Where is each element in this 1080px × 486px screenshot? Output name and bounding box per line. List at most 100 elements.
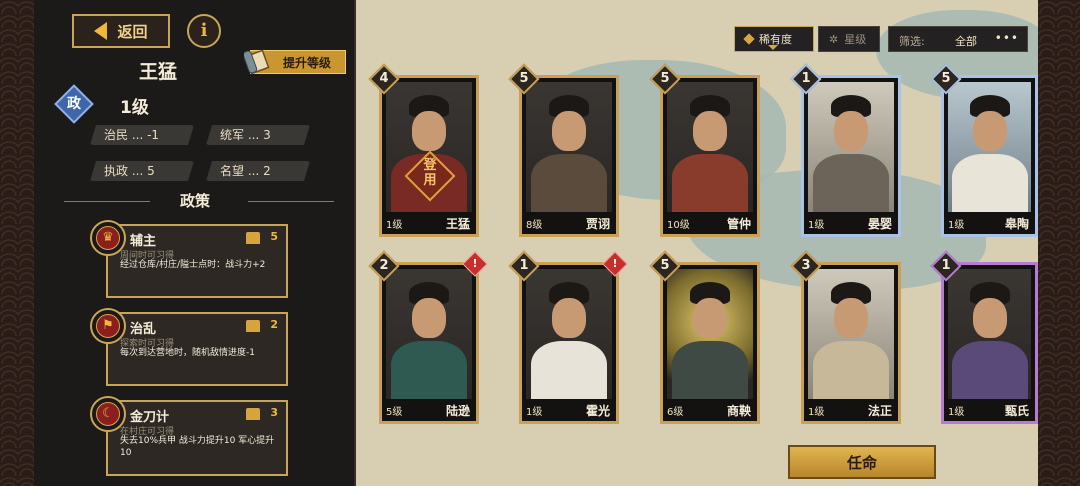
decorative-border-right: [1038, 0, 1080, 486]
hero-name: 贾诩: [585, 217, 610, 231]
portrait-robe: [951, 154, 1028, 212]
policy-description: 每次到达营地时，随机敌情进度-1: [120, 348, 255, 358]
hero-level: 10级: [667, 220, 690, 231]
stat-command: 统军 ... 3: [206, 125, 310, 145]
policy-cost: 2: [270, 318, 278, 331]
stat-fame: 名望 ... 2: [206, 161, 310, 181]
hero-name: 皋陶: [1004, 217, 1029, 231]
hero-detail-panel: 返回 i 王猛 提升等级 政 1级 治民 ... -1 统军 ... 3 执政 …: [34, 0, 356, 486]
star-icon: ✲: [829, 32, 839, 46]
hero-portrait: [808, 269, 894, 399]
policy-card[interactable]: ☾ 金刀计 3 在村庄可习得 失去10%兵甲 战斗力提升10 军心提升10: [90, 396, 288, 476]
back-label: 返回: [117, 22, 148, 41]
info-button[interactable]: i: [187, 14, 221, 48]
back-button[interactable]: 返回: [72, 14, 170, 48]
upgrade-label: 提升等级: [282, 55, 331, 70]
hero-portrait: [948, 82, 1031, 212]
hero-portrait: [526, 82, 612, 212]
star-count: 2: [379, 258, 389, 273]
treasure-icon: [246, 320, 260, 332]
portrait-face: [972, 110, 1007, 151]
portrait-robe: [531, 154, 607, 212]
policy-card[interactable]: ⚑ 治乱 2 探索时可习得 每次到达营地时，随机敌情进度-1: [90, 308, 288, 386]
portrait-robe: [951, 341, 1028, 399]
portrait-robe: [672, 154, 748, 212]
portrait-robe: [531, 341, 607, 399]
treasure-icon: [246, 232, 260, 244]
stat-administration: 执政 ... 5: [90, 161, 194, 181]
alert-mark: !: [472, 257, 478, 270]
scroll-icon: [244, 49, 270, 75]
policy-card[interactable]: ♛ 辅主 5 周间时可习得 经过仓库/村庄/隘士点时：战斗力+2: [90, 220, 288, 298]
hero-card-guanzhong[interactable]: 10级 管仲 5: [649, 63, 760, 237]
hero-card-huoguang[interactable]: 1级 霍光 1 !: [508, 250, 628, 424]
decorative-border-left: [0, 0, 34, 486]
hero-name: 霍光: [585, 404, 610, 418]
hero-level: 5级: [386, 407, 403, 418]
more-icon[interactable]: •••: [995, 31, 1019, 45]
star-count: 4: [379, 71, 389, 86]
star-count: 1: [801, 71, 811, 86]
star-count: 1: [519, 258, 529, 273]
hero-level: 1级: [386, 220, 403, 231]
portrait-face: [693, 297, 727, 338]
filter-dropdown[interactable]: 筛选: 全部 •••: [888, 26, 1028, 52]
hero-name: 商鞅: [726, 404, 751, 418]
star-count: 5: [660, 71, 670, 86]
hero-level: 1级: [808, 220, 825, 231]
hero-card-yanying[interactable]: 1级 晏婴 1: [790, 63, 901, 237]
filter-value: 全部: [955, 35, 977, 48]
hero-level: 1级: [948, 407, 965, 418]
hero-level: 1级: [526, 407, 543, 418]
hero-name: 晏婴: [867, 217, 892, 231]
hero-name: 王猛: [445, 217, 470, 231]
appoint-button[interactable]: 任命: [788, 445, 936, 479]
portrait-face: [412, 297, 446, 338]
portrait-robe: [672, 341, 748, 399]
hero-name: 甄氏: [1004, 404, 1029, 418]
policy-description: 经过仓库/村庄/隘士点时：战斗力+2: [120, 260, 266, 270]
star-count: 5: [941, 71, 951, 86]
hero-card-shangyang[interactable]: 6级 商鞅 5: [649, 250, 760, 424]
hero-card-fazheng[interactable]: 1级 法正 3: [790, 250, 901, 424]
chevron-left-icon: [94, 22, 108, 40]
portrait-face: [972, 297, 1007, 338]
policy-cost: 3: [270, 406, 278, 419]
hero-card-wangmeng[interactable]: 登用 1级 王猛 4: [368, 63, 479, 237]
treasure-icon: [246, 408, 260, 420]
hero-portrait: [667, 82, 753, 212]
hero-card-gaoyao[interactable]: 1级 皋陶 5: [930, 63, 1038, 237]
star-count: 3: [801, 258, 811, 273]
hero-level: 1级: [948, 220, 965, 231]
stat-governance: 治民 ... -1: [90, 125, 194, 145]
policy-description: 失去10%兵甲 战斗力提升10 军心提升10: [120, 436, 275, 458]
hero-card-luxun[interactable]: 5级 陆逊 2 !: [368, 250, 488, 424]
hero-name: 法正: [867, 404, 892, 418]
portrait-face: [834, 297, 868, 338]
hero-level: 8级: [526, 220, 543, 231]
policy-name: 金刀计: [130, 410, 170, 425]
star-count: 5: [519, 71, 529, 86]
star-count: 5: [660, 258, 670, 273]
hero-name: 陆逊: [445, 404, 470, 418]
hero-name: 管仲: [726, 217, 751, 231]
portrait-robe: [813, 154, 889, 212]
hero-card-jiaxu[interactable]: 8级 贾诩 5: [508, 63, 619, 237]
sort-arrow-icon: [768, 45, 778, 50]
policy-name: 辅主: [130, 234, 157, 249]
hero-card-zhenshi[interactable]: 1级 甄氏 1: [930, 250, 1038, 424]
portrait-robe: [813, 341, 889, 399]
policy-cost: 5: [270, 230, 278, 243]
diamond-icon: [743, 33, 755, 45]
portrait-face: [412, 110, 446, 151]
hero-portrait: [948, 269, 1031, 399]
alert-mark: !: [612, 257, 618, 270]
hero-portrait: [808, 82, 894, 212]
tab-star[interactable]: ✲ 星级: [818, 26, 880, 52]
hero-level: 1级: [120, 98, 149, 118]
portrait-robe: [391, 341, 467, 399]
portrait-face: [552, 297, 586, 338]
hero-portrait: [526, 269, 612, 399]
hero-level: 6级: [667, 407, 684, 418]
policy-name: 治乱: [130, 322, 157, 337]
